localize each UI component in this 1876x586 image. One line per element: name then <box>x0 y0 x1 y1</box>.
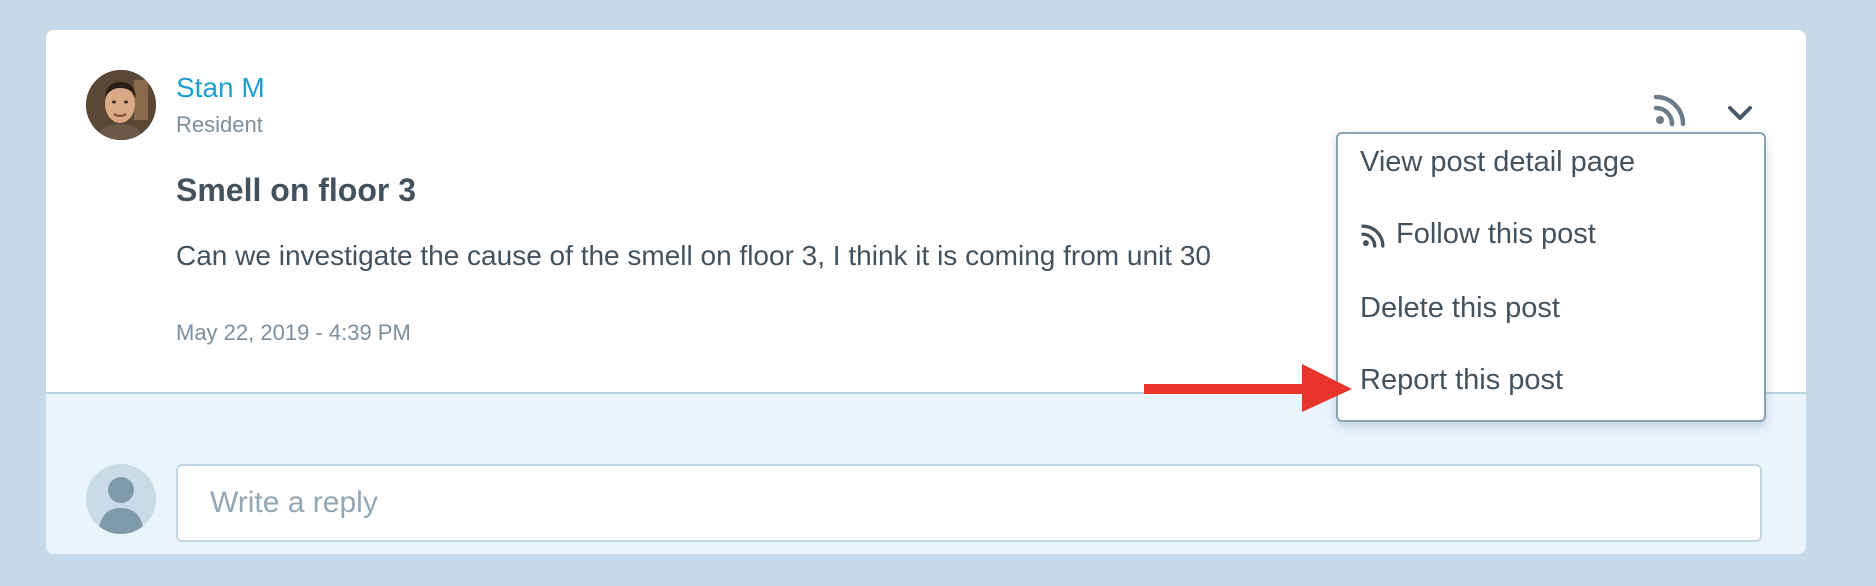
chevron-down-icon <box>1728 106 1752 120</box>
menu-item-view-detail[interactable]: View post detail page <box>1360 146 1635 179</box>
post-menu-button[interactable] <box>1722 94 1758 130</box>
post-title: Smell on floor 3 <box>176 172 417 208</box>
user-avatar-placeholder <box>86 464 156 534</box>
rss-icon <box>1653 94 1686 127</box>
author-avatar[interactable] <box>86 70 156 140</box>
menu-item-label: Report this post <box>1360 364 1564 396</box>
reply-input[interactable]: Write a reply <box>176 464 1762 542</box>
follow-button[interactable] <box>1652 90 1690 128</box>
user-silhouette-icon <box>98 477 144 534</box>
post-options-menu: View post detail page Follow this post D… <box>1336 132 1766 422</box>
annotation-arrow <box>1144 364 1352 412</box>
author-name[interactable]: Stan M <box>176 72 265 104</box>
menu-item-label: View post detail page <box>1360 146 1636 178</box>
rss-icon <box>1361 224 1385 248</box>
menu-item-label: Delete this post <box>1360 292 1560 324</box>
menu-item-label: Follow this post <box>1396 218 1596 250</box>
post-body: Can we investigate the cause of the smel… <box>176 240 1211 271</box>
menu-item-report[interactable]: Report this post <box>1360 364 1563 397</box>
post-timestamp: May 22, 2019 - 4:39 PM <box>176 320 411 345</box>
menu-item-follow[interactable]: Follow this post <box>1360 218 1596 251</box>
menu-item-delete[interactable]: Delete this post <box>1360 292 1560 325</box>
author-role: Resident <box>176 112 263 137</box>
